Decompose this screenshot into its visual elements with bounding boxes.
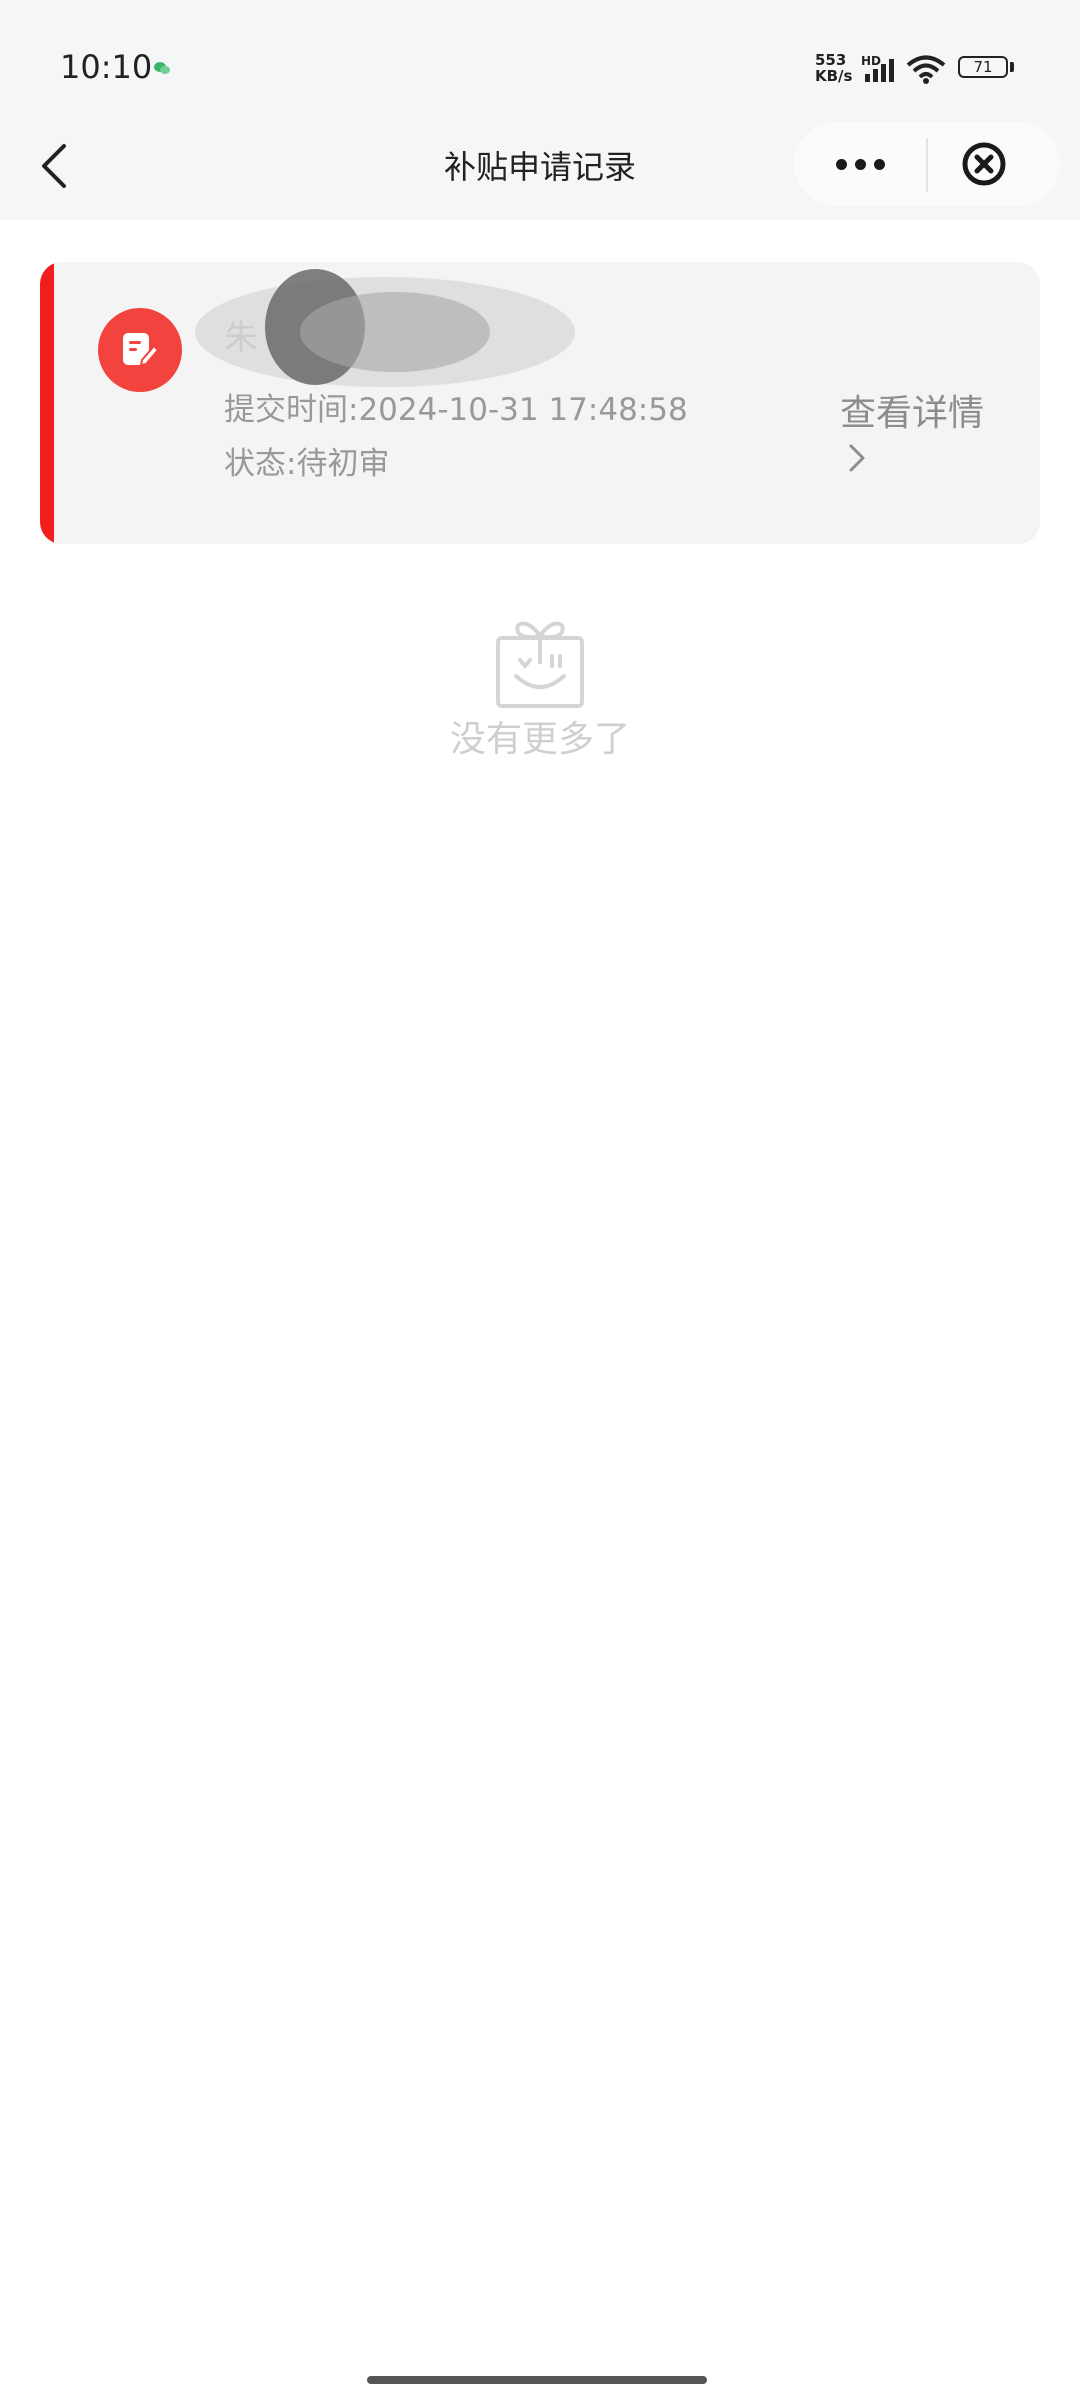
view-details-link[interactable]: 查看详情: [840, 384, 1020, 484]
application-icon: [98, 308, 182, 392]
more-dots-icon: [873, 158, 885, 170]
battery-level: 71: [973, 58, 993, 76]
mini-program-capsule: [794, 122, 1060, 206]
capsule-divider: [926, 138, 928, 192]
network-speed-value: 553: [815, 51, 847, 69]
empty-gift-box-icon: [496, 621, 584, 708]
wechat-notification-icon: [154, 62, 170, 74]
status-time: 10:10: [60, 48, 153, 86]
battery-tip: [1010, 62, 1014, 72]
edit-document-icon: [123, 333, 160, 367]
network-speed-unit: KB/s: [815, 67, 853, 85]
battery-icon: 71: [958, 56, 1008, 78]
subsidy-record-card[interactable]: 朱 提交时间:2024-10-31 17:48:58 状态:待初审 查看详情: [40, 262, 1040, 544]
close-icon[interactable]: [960, 140, 1008, 188]
page-title: 补贴申请记录: [443, 148, 636, 186]
empty-state-text: 没有更多了: [449, 719, 630, 760]
network-speed: 553 KB/s: [815, 52, 855, 84]
more-button[interactable]: [794, 122, 926, 206]
nav-bar: 补贴申请记录: [0, 120, 1080, 220]
redaction-scribble: [195, 269, 575, 387]
more-dots-icon: [835, 158, 847, 170]
status-bar: 10:10 553 KB/s HD 71: [0, 0, 1080, 136]
cellular-signal-icon: [865, 59, 894, 82]
view-details-label: 查看详情: [840, 393, 985, 434]
chevron-right-icon: [849, 444, 865, 472]
status-badge: 状态:待初审: [224, 446, 390, 482]
wifi-icon: [906, 55, 946, 84]
more-dots-icon: [854, 158, 866, 170]
back-arrow-icon[interactable]: [30, 136, 80, 196]
home-indicator[interactable]: [367, 2376, 707, 2384]
card-accent-bar: [40, 262, 54, 544]
